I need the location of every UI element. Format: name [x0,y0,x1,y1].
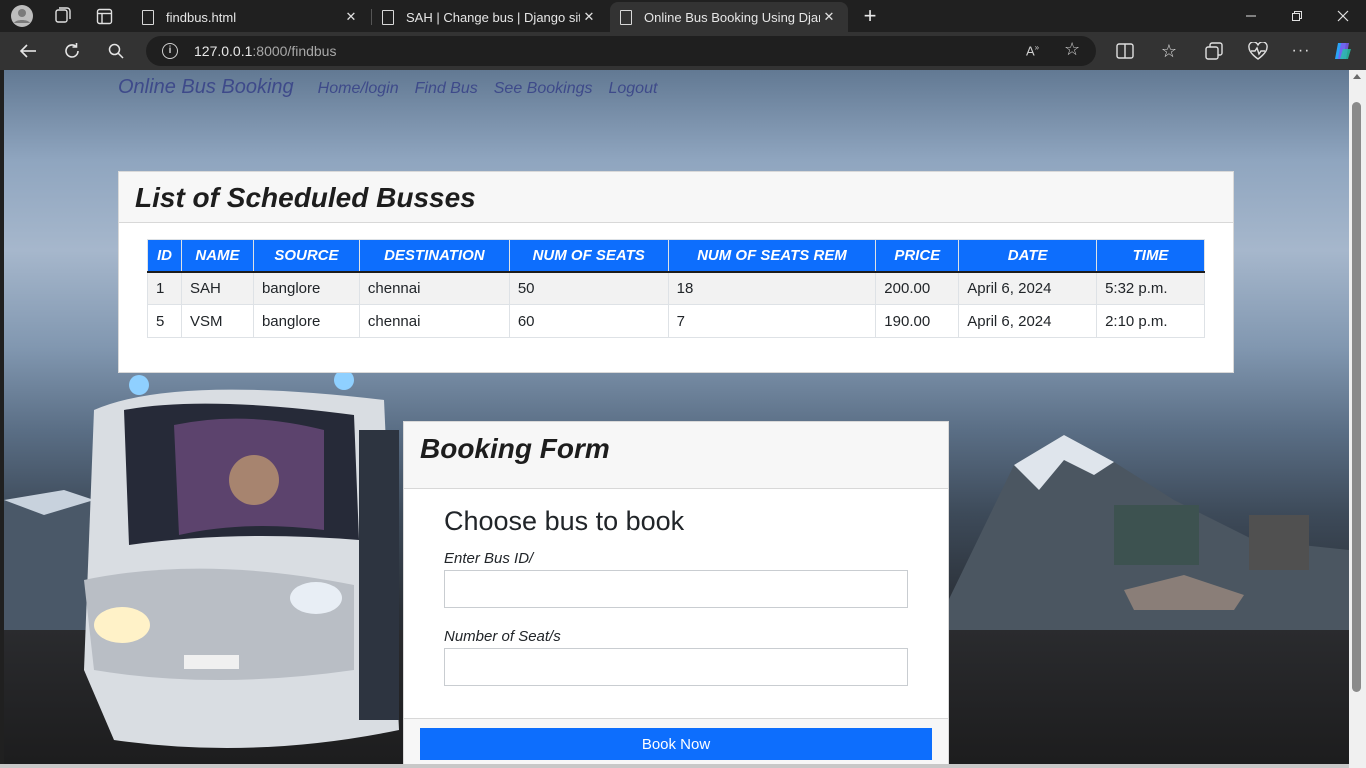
bus-list-title: List of Scheduled Busses [135,182,476,213]
seats-input[interactable] [444,648,908,686]
nav-home-login[interactable]: Home/login [318,80,399,98]
cell-time: 5:32 p.m. [1096,271,1205,305]
column-header-seats-remaining: NUM OF SEATS REM [667,239,877,273]
booking-form-header: Booking Form [404,422,948,489]
bus-list-card: List of Scheduled Busses ID NAME SOURCE … [118,171,1234,373]
column-header-date: DATE [958,239,1098,273]
table-row: 1 SAH banglore chennai 50 18 200.00 Apri… [147,271,1205,305]
scroll-up-arrow-icon[interactable] [1353,74,1361,79]
document-icon [620,9,632,25]
column-header-id: ID [147,239,182,273]
page-viewport: Online Bus Booking Home/login Find Bus S… [4,70,1349,764]
cell-destination: chennai [358,271,510,305]
close-window-button[interactable] [1320,0,1366,32]
url-host: 127.0.0.1 [194,43,253,59]
tab-title: Online Bus Booking Using Django [644,9,820,25]
document-icon [142,9,154,25]
url-text: 127.0.0.1:8000/findbus [194,43,336,59]
browser-essentials-icon[interactable] [1247,40,1269,62]
scrollbar-thumb[interactable] [1352,102,1361,692]
close-icon[interactable]: ✕ [342,9,360,25]
table-header-row: ID NAME SOURCE DESTINATION NUM OF SEATS … [147,239,1205,273]
back-icon[interactable] [14,38,42,64]
address-bar: i 127.0.0.1:8000/findbus A» ☆ ☆ ··· [0,32,1366,70]
bus-table: ID NAME SOURCE DESTINATION NUM OF SEATS … [147,239,1205,338]
cell-seats-remaining: 18 [667,271,877,305]
column-header-source: SOURCE [252,239,360,273]
cell-date: April 6, 2024 [958,271,1098,305]
document-icon [382,9,394,25]
nav-see-bookings[interactable]: See Bookings [494,80,593,98]
copilot-icon[interactable] [1332,40,1354,62]
favorite-icon[interactable]: ☆ [1064,39,1080,60]
site-info-icon[interactable]: i [162,43,178,59]
nav-logout[interactable]: Logout [608,80,657,98]
booking-form-card: Booking Form Choose bus to book Enter Bu… [403,421,949,764]
tab-actions-icon[interactable] [91,4,117,28]
tab-online-bus-booking[interactable]: Online Bus Booking Using Django ✕ [610,2,848,32]
tab-title: SAH | Change bus | Django site admin [406,9,580,25]
restore-button[interactable] [1274,0,1320,32]
cell-date: April 6, 2024 [958,304,1098,338]
site-navbar: Online Bus Booking Home/login Find Bus S… [118,76,673,100]
cell-source: banglore [252,304,360,338]
cell-num-seats: 50 [508,271,669,305]
cell-destination: chennai [358,304,510,338]
column-header-destination: DESTINATION [358,239,510,273]
minimize-button[interactable] [1228,0,1274,32]
bus-id-label: Enter Bus ID/ [444,550,534,567]
bottom-scroll-strip [0,764,1349,768]
cell-seats-remaining: 7 [667,304,877,338]
workspaces-icon[interactable] [49,4,75,28]
cell-time: 2:10 p.m. [1096,304,1205,338]
url-path: :8000/findbus [252,43,337,59]
booking-form-title: Booking Form [420,433,610,464]
close-icon[interactable]: ✕ [820,9,838,25]
tab-django-admin[interactable]: SAH | Change bus | Django site admin ✕ [372,2,608,32]
tab-bar: findbus.html ✕ SAH | Change bus | Django… [0,0,1366,32]
url-field[interactable]: i 127.0.0.1:8000/findbus A» ☆ [146,36,1096,66]
cell-price: 200.00 [875,271,960,305]
cell-id: 5 [147,304,182,338]
column-header-name: NAME [180,239,254,273]
column-header-num-seats: NUM OF SEATS [508,239,669,273]
table-row: 5 VSM banglore chennai 60 7 190.00 April… [147,304,1205,338]
site-brand[interactable]: Online Bus Booking [118,76,294,99]
collections-icon[interactable] [1203,40,1225,62]
cell-num-seats: 60 [508,304,669,338]
new-tab-button[interactable]: + [857,3,883,28]
close-icon[interactable]: ✕ [580,9,598,25]
favorites-icon[interactable]: ☆ [1158,40,1180,62]
cell-price: 190.00 [875,304,960,338]
bus-id-input[interactable] [444,570,908,608]
column-header-price: PRICE [875,239,960,273]
cell-source: banglore [252,271,360,305]
search-icon[interactable] [102,38,130,64]
read-aloud-icon[interactable]: A» [1026,43,1039,58]
cell-name: VSM [180,304,254,338]
column-header-time: TIME [1096,239,1205,273]
book-now-button[interactable]: Book Now [420,728,932,760]
profile-icon[interactable] [9,4,35,28]
tab-title: findbus.html [166,9,237,25]
tab-findbus-html[interactable]: findbus.html ✕ [132,2,370,32]
split-screen-icon[interactable] [1114,40,1136,62]
form-heading: Choose bus to book [444,506,685,536]
background-bus [84,370,399,748]
more-icon[interactable]: ··· [1290,40,1312,62]
cell-name: SAH [180,271,254,305]
nav-find-bus[interactable]: Find Bus [415,80,478,98]
cell-id: 1 [147,271,182,305]
seats-label: Number of Seat/s [444,628,561,645]
bus-list-header: List of Scheduled Busses [119,172,1233,223]
page-scrollbar[interactable] [1349,70,1366,768]
refresh-icon[interactable] [58,38,86,64]
booking-form-footer: Book Now [404,718,948,764]
